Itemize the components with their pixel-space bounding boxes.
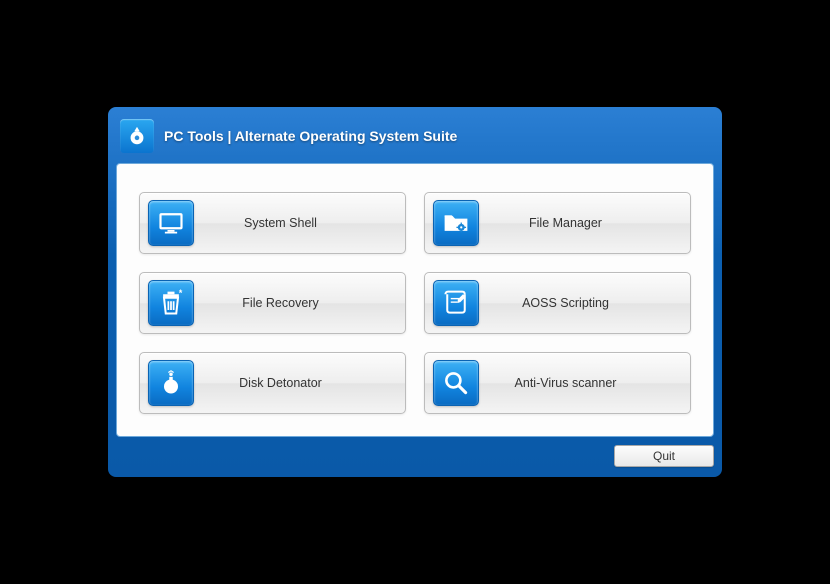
aoss-scripting-button[interactable]: AOSS Scripting	[424, 272, 691, 334]
svg-text:*: *	[179, 289, 183, 298]
tool-label: System Shell	[194, 216, 397, 230]
file-recovery-button[interactable]: * File Recovery	[139, 272, 406, 334]
file-manager-button[interactable]: File Manager	[424, 192, 691, 254]
monitor-icon	[148, 200, 194, 246]
bomb-icon	[148, 360, 194, 406]
tool-label: File Recovery	[194, 296, 397, 310]
trash-restore-icon: *	[148, 280, 194, 326]
titlebar: PC Tools | Alternate Operating System Su…	[116, 113, 714, 163]
magnifier-icon	[433, 360, 479, 406]
tool-label: AOSS Scripting	[479, 296, 682, 310]
tool-label: Disk Detonator	[194, 376, 397, 390]
tools-grid: System Shell	[139, 192, 691, 414]
window-title: PC Tools | Alternate Operating System Su…	[164, 128, 457, 144]
quit-button[interactable]: Quit	[614, 445, 714, 467]
system-shell-button[interactable]: System Shell	[139, 192, 406, 254]
tool-label: File Manager	[479, 216, 682, 230]
tool-label: Anti-Virus scanner	[479, 376, 682, 390]
antivirus-scanner-button[interactable]: Anti-Virus scanner	[424, 352, 691, 414]
content-panel: System Shell	[116, 163, 714, 437]
script-edit-icon	[433, 280, 479, 326]
disk-detonator-button[interactable]: Disk Detonator	[139, 352, 406, 414]
footer: Quit	[116, 437, 714, 467]
app-window: PC Tools | Alternate Operating System Su…	[108, 107, 722, 477]
folder-gear-icon	[433, 200, 479, 246]
app-logo-icon	[120, 119, 154, 153]
